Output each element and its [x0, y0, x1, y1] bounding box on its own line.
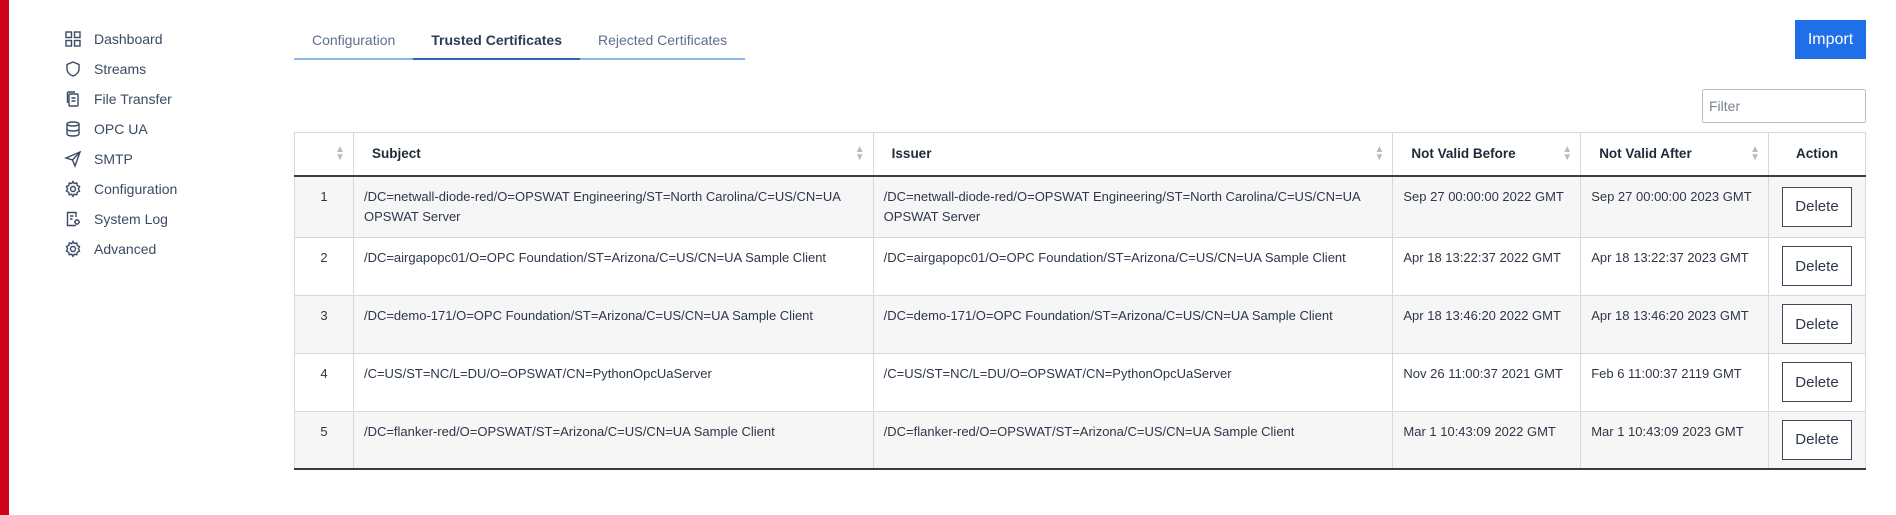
row-number: 2	[294, 236, 354, 296]
delete-button[interactable]: Delete	[1781, 186, 1852, 227]
tab-trusted-certificates[interactable]: Trusted Certificates	[413, 22, 580, 60]
issuer-cell: /C=US/ST=NC/L=DU/O=OPSWAT/CN=PythonOpcUa…	[872, 352, 1394, 412]
gear-icon	[64, 180, 82, 198]
sidebar-item-label: File Transfer	[94, 91, 172, 107]
issuer-cell: /DC=flanker-red/O=OPSWAT/ST=Arizona/C=US…	[872, 410, 1394, 470]
row-number: 1	[294, 175, 354, 238]
sort-icon: ▲ ▼	[1750, 143, 1760, 163]
subject-cell: /DC=flanker-red/O=OPSWAT/ST=Arizona/C=US…	[352, 410, 874, 470]
column-header-action: Action	[1767, 132, 1867, 177]
action-cell: Delete	[1767, 236, 1867, 296]
issuer-cell: /DC=netwall-diode-red/O=OPSWAT Engineeri…	[872, 175, 1394, 238]
sidebar-item-label: OPC UA	[94, 121, 148, 137]
issuer-cell: /DC=airgapopc01/O=OPC Foundation/ST=Ariz…	[872, 236, 1394, 296]
issuer-cell: /DC=demo-171/O=OPC Foundation/ST=Arizona…	[872, 294, 1394, 354]
sort-icon: ▲ ▼	[335, 143, 345, 163]
not-valid-before-cell: Apr 18 13:22:37 2022 GMT	[1392, 236, 1582, 296]
action-cell: Delete	[1767, 410, 1867, 470]
sidebar-item-dashboard[interactable]: Dashboard	[64, 24, 264, 54]
table-row: 1 /DC=netwall-diode-red/O=OPSWAT Enginee…	[294, 175, 1867, 238]
tab-rejected-certificates[interactable]: Rejected Certificates	[580, 22, 745, 58]
column-header-subject[interactable]: Subject ▲ ▼	[352, 132, 874, 177]
sidebar-item-label: System Log	[94, 211, 168, 227]
not-valid-after-cell: Sep 27 00:00:00 2023 GMT	[1580, 175, 1769, 238]
sort-icon: ▲ ▼	[1374, 143, 1385, 163]
subject-cell: /C=US/ST=NC/L=DU/O=OPSWAT/CN=PythonOpcUa…	[352, 352, 874, 412]
sidebar-item-label: Dashboard	[94, 31, 163, 47]
table-row: 5 /DC=flanker-red/O=OPSWAT/ST=Arizona/C=…	[294, 410, 1867, 470]
not-valid-after-cell: Mar 1 10:43:09 2023 GMT	[1580, 410, 1769, 470]
action-cell: Delete	[1767, 175, 1867, 238]
sidebar-item-label: Streams	[94, 61, 147, 77]
files-icon	[64, 90, 82, 108]
table-row: 3 /DC=demo-171/O=OPC Foundation/ST=Arizo…	[294, 294, 1867, 354]
sidebar-item-label: Configuration	[94, 181, 178, 197]
table-header-row: ▲ ▼ Subject ▲ ▼ Issuer ▲ ▼ Not Valid Before ▲ ▼…	[294, 132, 1867, 177]
sidebar-item-file-transfer[interactable]: File Transfer	[64, 84, 264, 114]
send-icon	[64, 150, 82, 168]
subject-cell: /DC=demo-171/O=OPC Foundation/ST=Arizona…	[352, 294, 874, 354]
sidebar: Dashboard Streams File Transfer OPC UA S…	[64, 24, 264, 264]
certificates-table: ▲ ▼ Subject ▲ ▼ Issuer ▲ ▼ Not Valid Before ▲ ▼…	[294, 132, 1867, 470]
grid-icon	[64, 30, 82, 48]
gear-icon	[64, 240, 82, 258]
table-row: 2 /DC=airgapopc01/O=OPC Foundation/ST=Ar…	[294, 236, 1867, 296]
filter-input[interactable]	[1702, 89, 1866, 123]
import-button[interactable]: Import	[1795, 20, 1866, 59]
not-valid-before-cell: Apr 18 13:46:20 2022 GMT	[1392, 294, 1582, 354]
delete-button[interactable]: Delete	[1781, 362, 1852, 402]
column-header-not-valid-before[interactable]: Not Valid Before ▲ ▼	[1392, 132, 1582, 177]
not-valid-before-cell: Sep 27 00:00:00 2022 GMT	[1392, 175, 1582, 238]
action-cell: Delete	[1767, 294, 1867, 354]
not-valid-after-cell: Apr 18 13:46:20 2023 GMT	[1580, 294, 1769, 354]
database-icon	[64, 120, 82, 138]
row-number: 4	[294, 352, 354, 412]
column-header-number[interactable]: ▲ ▼	[294, 132, 354, 177]
sidebar-item-label: Advanced	[94, 241, 157, 257]
not-valid-after-cell: Apr 18 13:22:37 2023 GMT	[1580, 236, 1769, 296]
delete-button[interactable]: Delete	[1781, 419, 1852, 460]
delete-button[interactable]: Delete	[1781, 304, 1852, 344]
log-icon	[64, 210, 82, 228]
not-valid-before-cell: Nov 26 11:00:37 2021 GMT	[1392, 352, 1582, 412]
sidebar-item-system-log[interactable]: System Log	[64, 204, 264, 234]
sidebar-item-streams[interactable]: Streams	[64, 54, 264, 84]
sidebar-item-label: SMTP	[94, 151, 133, 167]
brand-accent-bar	[0, 0, 9, 515]
subject-cell: /DC=airgapopc01/O=OPC Foundation/ST=Ariz…	[352, 236, 874, 296]
subject-cell: /DC=netwall-diode-red/O=OPSWAT Engineeri…	[352, 175, 874, 238]
sort-icon: ▲ ▼	[854, 143, 865, 163]
tab-configuration[interactable]: Configuration	[294, 22, 413, 58]
sort-icon: ▲ ▼	[1562, 143, 1573, 163]
sidebar-item-smtp[interactable]: SMTP	[64, 144, 264, 174]
row-number: 3	[294, 294, 354, 354]
certificate-tabs: Configuration Trusted Certificates Rejec…	[294, 22, 746, 60]
column-header-not-valid-after[interactable]: Not Valid After ▲ ▼	[1580, 132, 1769, 177]
sidebar-item-advanced[interactable]: Advanced	[64, 234, 264, 264]
not-valid-before-cell: Mar 1 10:43:09 2022 GMT	[1392, 410, 1582, 470]
sidebar-item-opc-ua[interactable]: OPC UA	[64, 114, 264, 144]
delete-button[interactable]: Delete	[1781, 246, 1852, 286]
column-header-issuer[interactable]: Issuer ▲ ▼	[872, 132, 1394, 177]
action-cell: Delete	[1767, 352, 1867, 412]
sidebar-item-configuration[interactable]: Configuration	[64, 174, 264, 204]
table-row: 4 /C=US/ST=NC/L=DU/O=OPSWAT/CN=PythonOpc…	[294, 352, 1867, 412]
shield-icon	[64, 60, 82, 78]
row-number: 5	[294, 410, 354, 470]
not-valid-after-cell: Feb 6 11:00:37 2119 GMT	[1580, 352, 1769, 412]
